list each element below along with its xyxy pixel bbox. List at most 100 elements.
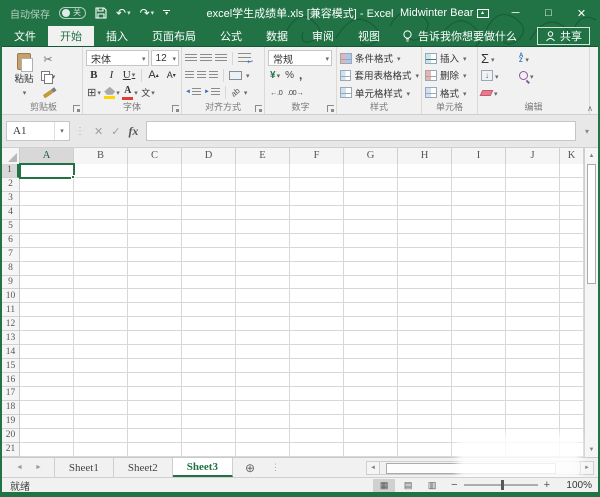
row-header-7[interactable]: 7 [2, 248, 19, 262]
cell-E17[interactable] [236, 387, 290, 401]
cell-F20[interactable] [290, 428, 344, 443]
cell-styles-dropdown-icon[interactable] [406, 87, 411, 99]
cell-I17[interactable] [452, 387, 506, 401]
cell-G6[interactable] [344, 233, 398, 248]
column-header-B[interactable]: B [74, 148, 128, 165]
tab-data[interactable]: 数据 [254, 26, 300, 46]
borders-button[interactable]: ⊞ [86, 85, 102, 100]
cell-D1[interactable] [182, 164, 236, 178]
minimize-button[interactable]: ─ [499, 0, 532, 26]
cell-H10[interactable] [398, 289, 452, 304]
cell-E15[interactable] [236, 359, 290, 374]
cell-D21[interactable] [182, 442, 236, 457]
zoom-slider-thumb[interactable] [500, 480, 504, 490]
number-dialog-launcher-icon[interactable] [327, 105, 334, 112]
cell-K1[interactable] [560, 164, 584, 178]
row-header-18[interactable]: 18 [2, 401, 19, 415]
cell-A10[interactable] [20, 289, 74, 304]
insert-cells-button[interactable]: 插入 [425, 50, 475, 66]
orientation-button[interactable]: ab [229, 86, 242, 99]
cell-B17[interactable] [74, 387, 128, 401]
column-header-C[interactable]: C [128, 148, 182, 165]
close-button[interactable]: ✕ [565, 0, 598, 26]
cell-F14[interactable] [290, 345, 344, 360]
horizontal-scroll-track[interactable] [380, 461, 580, 475]
accounting-format-button[interactable]: ¥ [270, 69, 280, 81]
cell-E9[interactable] [236, 275, 290, 290]
cell-H9[interactable] [398, 275, 452, 290]
undo-dropdown-icon[interactable]: ▾ [127, 10, 131, 17]
sheet-tab-sheet3[interactable]: Sheet3 [172, 458, 233, 477]
font-name-combo[interactable]: 宋体 [86, 50, 149, 66]
row-header-21[interactable]: 21 [2, 443, 19, 457]
cell-C20[interactable] [128, 428, 182, 443]
cell-A8[interactable] [20, 261, 74, 276]
cell-J18[interactable] [506, 400, 560, 415]
cell-I16[interactable] [452, 373, 506, 387]
cell-A17[interactable] [20, 387, 74, 401]
cell-C12[interactable] [128, 317, 182, 332]
cell-C17[interactable] [128, 387, 182, 401]
cell-H5[interactable] [398, 219, 452, 234]
cell-C7[interactable] [128, 247, 182, 262]
cell-G17[interactable] [344, 387, 398, 401]
cell-A2[interactable] [20, 177, 74, 192]
increase-font-size-button[interactable]: A ▴ [146, 68, 162, 83]
vertical-scroll-thumb[interactable] [587, 164, 596, 284]
cell-K20[interactable] [560, 428, 584, 443]
cell-F19[interactable] [290, 414, 344, 429]
cell-B8[interactable] [74, 261, 128, 276]
cell-G4[interactable] [344, 205, 398, 220]
tab-review[interactable]: 审阅 [300, 26, 346, 46]
cell-J14[interactable] [506, 345, 560, 360]
cell-J5[interactable] [506, 219, 560, 234]
row-header-11[interactable]: 11 [2, 303, 19, 318]
cell-H13[interactable] [398, 331, 452, 346]
increase-indent-button[interactable]: ► [204, 87, 220, 97]
share-button[interactable]: 共享 [537, 27, 590, 45]
cell-B11[interactable] [74, 303, 128, 318]
cell-B3[interactable] [74, 191, 128, 206]
cell-F17[interactable] [290, 387, 344, 401]
cell-I1[interactable] [452, 164, 506, 178]
cell-A16[interactable] [20, 373, 74, 387]
row-header-14[interactable]: 14 [2, 345, 19, 360]
cell-A5[interactable] [20, 219, 74, 234]
column-header-F[interactable]: F [290, 148, 344, 165]
clear-dropdown-icon[interactable] [493, 87, 498, 99]
font-size-dropdown-icon[interactable] [171, 53, 176, 64]
tab-view[interactable]: 视图 [346, 26, 392, 46]
align-center-button[interactable] [197, 70, 206, 80]
find-select-button[interactable] [519, 70, 557, 82]
cell-D6[interactable] [182, 233, 236, 248]
cell-B7[interactable] [74, 247, 128, 262]
row-header-20[interactable]: 20 [2, 429, 19, 443]
font-name-dropdown-icon[interactable] [141, 53, 146, 64]
cell-C1[interactable] [128, 164, 182, 178]
cell-J20[interactable] [506, 428, 560, 443]
cell-B9[interactable] [74, 275, 128, 290]
clipboard-dialog-launcher-icon[interactable] [73, 105, 80, 112]
cell-A7[interactable] [20, 247, 74, 262]
cell-H4[interactable] [398, 205, 452, 220]
scroll-left-icon[interactable]: ◄ [366, 461, 380, 475]
cell-E5[interactable] [236, 219, 290, 234]
cell-C18[interactable] [128, 400, 182, 415]
cell-A3[interactable] [20, 191, 74, 206]
merge-center-button[interactable] [229, 70, 242, 80]
zoom-out-button[interactable]: − [451, 479, 457, 491]
cell-E3[interactable] [236, 191, 290, 206]
undo-button[interactable]: ↶ ▾ [116, 7, 131, 19]
ribbon-display-options-button[interactable]: ▴ [466, 0, 499, 26]
cell-I20[interactable] [452, 428, 506, 443]
formula-input[interactable] [146, 121, 576, 141]
row-header-4[interactable]: 4 [2, 206, 19, 220]
cell-E12[interactable] [236, 317, 290, 332]
cell-I9[interactable] [452, 275, 506, 290]
row-header-16[interactable]: 16 [2, 373, 19, 387]
zoom-in-button[interactable]: + [544, 479, 550, 491]
column-header-G[interactable]: G [344, 148, 398, 165]
normal-view-button[interactable]: ▦ [373, 478, 396, 492]
cell-B5[interactable] [74, 219, 128, 234]
cell-I12[interactable] [452, 317, 506, 332]
